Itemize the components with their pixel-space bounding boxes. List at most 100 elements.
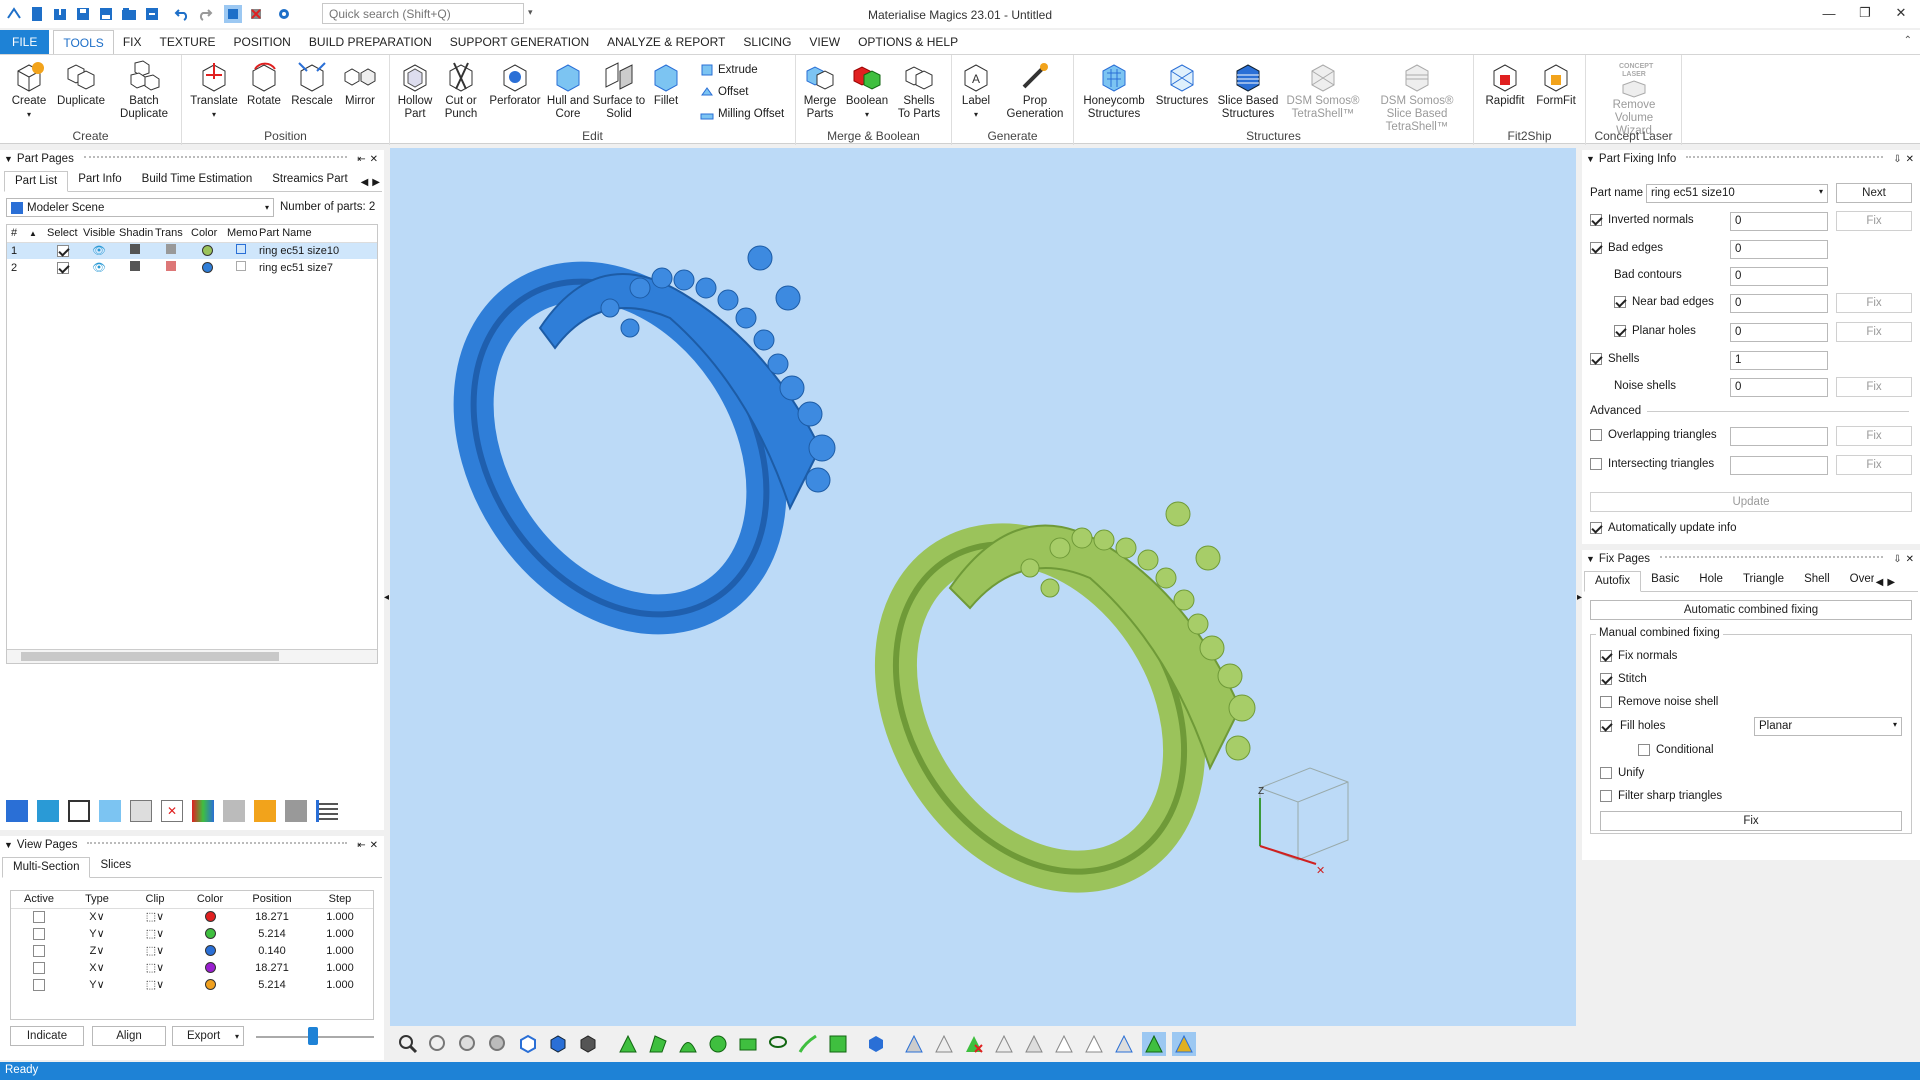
mark-connected-icon[interactable] xyxy=(1082,1032,1106,1056)
slice-based-structures-button[interactable]: Slice Based Structures xyxy=(1216,59,1280,121)
offset-button[interactable]: Offset xyxy=(700,85,748,99)
save-as-icon[interactable] xyxy=(97,5,115,23)
unmark-surface-icon[interactable] xyxy=(932,1032,956,1056)
rescale-button[interactable]: Rescale xyxy=(288,59,336,108)
save-project-icon[interactable] xyxy=(143,5,161,23)
transparency-icon[interactable] xyxy=(166,261,176,271)
panel-close-icon[interactable]: ✕ xyxy=(1906,154,1920,165)
zoom-selected-icon[interactable] xyxy=(486,1032,510,1056)
clip-icon[interactable]: ⬚∨ xyxy=(127,959,183,976)
mirror-button[interactable]: Mirror xyxy=(338,59,382,108)
restore-icon[interactable]: ❐ xyxy=(1848,0,1882,26)
col-shading[interactable]: Shading xyxy=(117,225,153,242)
mark-curve-icon[interactable] xyxy=(826,1032,850,1056)
minimize-icon[interactable]: — xyxy=(1812,0,1846,26)
fillet-button[interactable]: Fillet xyxy=(646,59,686,108)
rotate-button[interactable]: Rotate xyxy=(242,59,286,108)
mark-plane-icon[interactable] xyxy=(706,1032,730,1056)
formfit-button[interactable]: FormFit xyxy=(1532,59,1580,108)
quick-search-input[interactable] xyxy=(322,3,524,24)
type-select[interactable]: X∨ xyxy=(67,959,127,976)
collapse-triangle-icon[interactable]: ▼ xyxy=(4,840,13,850)
fill-holes-mode-select[interactable]: Planar ▾ xyxy=(1754,717,1902,736)
rapidfit-button[interactable]: Rapidfit xyxy=(1480,59,1530,108)
type-select[interactable]: X∨ xyxy=(67,908,127,925)
fix-planar-holes-button[interactable]: Fix xyxy=(1836,322,1912,342)
table-row[interactable]: 1 👁 ring ec51 size10 xyxy=(7,242,377,259)
scene-select[interactable]: Modeler Scene ▾ xyxy=(6,198,274,217)
select-checkbox[interactable] xyxy=(57,244,69,257)
part-group-2-icon[interactable] xyxy=(130,800,152,822)
fix-noise-shells-button[interactable]: Fix xyxy=(1836,377,1912,397)
fix-inverted-normals-button[interactable]: Fix xyxy=(1836,211,1912,231)
select-mode-icon[interactable] xyxy=(224,5,242,23)
duplicate-button[interactable]: Duplicate xyxy=(56,59,106,108)
zoom-slider[interactable] xyxy=(256,1027,374,1045)
active-checkbox[interactable] xyxy=(33,944,45,957)
color-parts-icon[interactable] xyxy=(192,800,214,822)
clip-icon[interactable]: ⬚∨ xyxy=(127,925,183,942)
fix-intersecting-button[interactable]: Fix xyxy=(1836,455,1912,475)
part-group-icon[interactable] xyxy=(99,800,121,822)
inverted-normals-checkbox[interactable] xyxy=(1590,214,1602,226)
import-icon[interactable] xyxy=(51,5,69,23)
fix-near-bad-edges-button[interactable]: Fix xyxy=(1836,293,1912,313)
tab-slices[interactable]: Slices xyxy=(90,856,141,877)
planar-holes-row[interactable]: Planar holes xyxy=(1614,325,1696,337)
extrude-button[interactable]: Extrude xyxy=(700,63,758,77)
near-bad-edges-row[interactable]: Near bad edges xyxy=(1614,296,1714,308)
marked-triangles-icon[interactable] xyxy=(1142,1032,1166,1056)
tab-overlap[interactable]: Over xyxy=(1840,570,1874,591)
fix-normals-checkbox[interactable] xyxy=(1600,650,1612,662)
remove-noise-shell-checkbox[interactable] xyxy=(1600,696,1612,708)
pin-icon[interactable]: ⇤ xyxy=(357,840,365,851)
overlapping-triangles-row[interactable]: Overlapping triangles xyxy=(1590,429,1717,441)
panel-close-icon[interactable]: ✕ xyxy=(370,840,384,851)
col-trans[interactable]: Trans xyxy=(153,225,189,242)
tab-scroll-right-icon[interactable]: ▶ xyxy=(1885,574,1897,591)
slider-handle[interactable] xyxy=(308,1027,318,1045)
shrink-marking-icon[interactable] xyxy=(1052,1032,1076,1056)
remove-noise-shell-row[interactable]: Remove noise shell xyxy=(1600,696,1718,708)
tab-triangle[interactable]: Triangle xyxy=(1733,570,1794,591)
zoom-window-icon[interactable] xyxy=(426,1032,450,1056)
section-color-swatch[interactable] xyxy=(204,945,216,957)
conditional-row[interactable]: Conditional xyxy=(1638,744,1714,756)
shading-icon[interactable] xyxy=(130,244,140,255)
menu-slicing[interactable]: SLICING xyxy=(734,30,800,54)
menu-build-preparation[interactable]: BUILD PREPARATION xyxy=(300,30,441,54)
bad-edges-row[interactable]: Bad edges xyxy=(1590,242,1663,254)
pin-icon[interactable]: ⇤ xyxy=(357,154,365,165)
tab-autofix[interactable]: Autofix xyxy=(1584,571,1642,592)
hollow-part-button[interactable]: Hollow Part xyxy=(394,59,436,121)
col-sort-icon[interactable]: ▲ xyxy=(21,225,45,242)
section-color-swatch[interactable] xyxy=(204,928,216,940)
tab-build-time[interactable]: Build Time Estimation xyxy=(132,170,263,191)
dsm-slice-tetrashell-button[interactable]: DSM Somos® Slice Based TetraShell™ xyxy=(1366,59,1468,134)
col-select[interactable]: Select xyxy=(45,225,81,242)
planar-holes-checkbox[interactable] xyxy=(1614,325,1626,337)
intersecting-triangles-row[interactable]: Intersecting triangles xyxy=(1590,458,1714,470)
create-button[interactable]: Create ▾ xyxy=(8,59,50,121)
dsm-tetrashell-button[interactable]: DSM Somos® TetraShell™ xyxy=(1282,59,1364,121)
section-row[interactable]: Y∨ ⬚∨ 5.214 1.000 xyxy=(11,976,373,993)
panel-close-icon[interactable]: ✕ xyxy=(1906,554,1920,565)
translate-button[interactable]: Translate ▾ xyxy=(190,59,238,121)
auto-update-checkbox[interactable] xyxy=(1590,522,1602,534)
mark-brush-icon[interactable] xyxy=(796,1032,820,1056)
shells-checkbox[interactable] xyxy=(1590,353,1602,365)
orientation-cube[interactable]: Z ✕ xyxy=(1258,767,1349,877)
part-color-swatch[interactable] xyxy=(201,262,213,274)
surface-to-solid-button[interactable]: Surface to Solid xyxy=(592,59,646,121)
fill-holes-checkbox[interactable] xyxy=(1600,720,1612,732)
overlapping-triangles-checkbox[interactable] xyxy=(1590,429,1602,441)
fill-holes-row[interactable]: Fill holes xyxy=(1600,720,1665,732)
batch-duplicate-button[interactable]: Batch Duplicate xyxy=(116,59,172,121)
tab-scroll-right-icon[interactable]: ▶ xyxy=(370,174,382,191)
menu-view[interactable]: VIEW xyxy=(800,30,849,54)
active-checkbox[interactable] xyxy=(33,961,45,974)
tab-scroll-left-icon[interactable]: ◀ xyxy=(359,174,371,191)
invert-marking-icon[interactable] xyxy=(992,1032,1016,1056)
honeycomb-structures-button[interactable]: Honeycomb Structures xyxy=(1082,59,1146,121)
col-color[interactable]: Color xyxy=(189,225,225,242)
